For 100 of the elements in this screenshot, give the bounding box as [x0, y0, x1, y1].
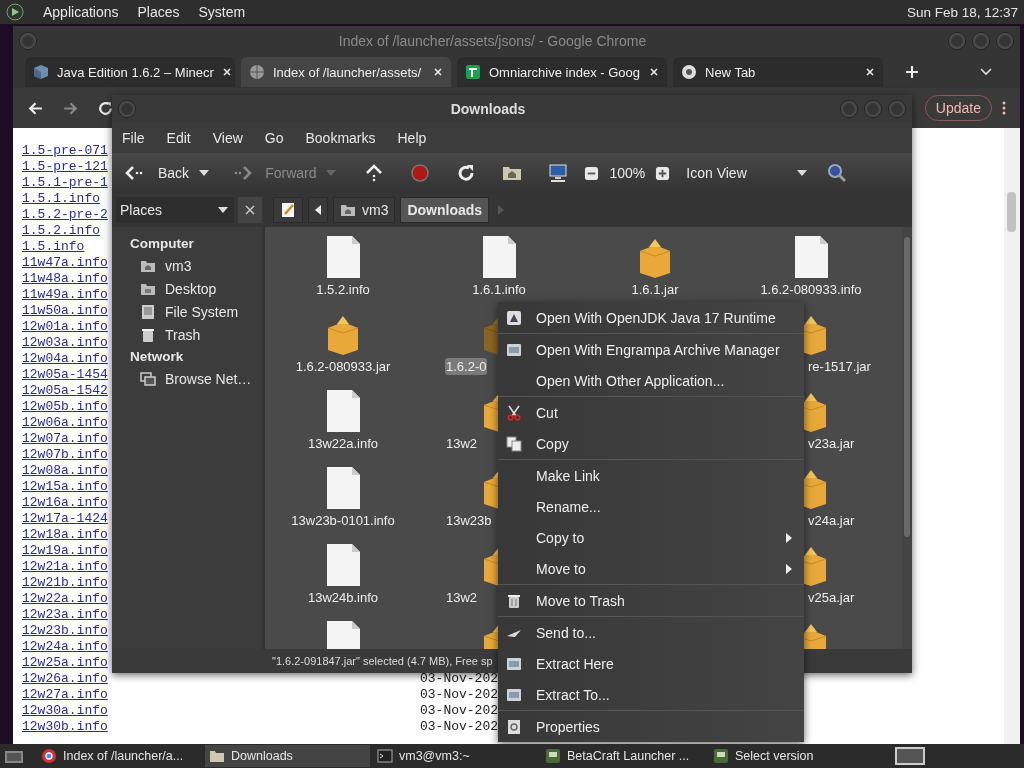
menu-icon[interactable]	[1002, 101, 1006, 115]
menu-item[interactable]: Rename...	[498, 491, 804, 522]
file-link[interactable]: 12w05b.info	[22, 399, 108, 414]
menu-item[interactable]: Move to	[498, 553, 804, 584]
file-link[interactable]: 12w27a.info	[22, 687, 108, 702]
browser-tab[interactable]: Omniarchive index - Goog	[457, 57, 667, 87]
file-link[interactable]: 12w24a.info	[22, 639, 108, 654]
browser-tab[interactable]: New Tab	[673, 57, 883, 87]
menu-item[interactable]: Open With Other Application...	[498, 365, 804, 396]
path-button[interactable]: vm3	[333, 197, 396, 223]
panel-menu[interactable]: System	[198, 4, 246, 20]
file-link[interactable]: 12w05a-1454	[22, 367, 108, 382]
document-icon[interactable]	[481, 235, 517, 279]
file-link[interactable]: 12w07a.info	[22, 431, 108, 446]
file-link[interactable]: 12w30a.info	[22, 703, 108, 718]
close-icon[interactable]	[221, 67, 232, 77]
file-link[interactable]: 12w21b.info	[22, 575, 108, 590]
workspace-switcher[interactable]	[895, 747, 925, 765]
places-dropdown[interactable]: Places	[116, 197, 234, 223]
reload-icon[interactable]	[97, 99, 114, 117]
file-link[interactable]: 11w48a.info	[22, 271, 108, 286]
close-icon[interactable]	[865, 67, 875, 77]
file-link[interactable]: 11w50a.info	[22, 303, 108, 318]
scrollbar-thumb[interactable]	[1007, 192, 1016, 232]
zoom-out-icon[interactable]	[584, 165, 600, 181]
file-link[interactable]: 1.5-pre-071	[22, 143, 108, 158]
menu-item[interactable]: Go	[264, 130, 284, 146]
sidebar-item[interactable]: Browse Net…	[112, 367, 262, 390]
file-link[interactable]: 12w23a.info	[22, 607, 108, 622]
left-arrow-button[interactable]	[308, 197, 328, 223]
file-link[interactable]: 11w49a.info	[22, 287, 108, 302]
taskbar-button[interactable]: Downloads	[205, 745, 370, 767]
close-icon[interactable]	[433, 67, 443, 77]
plus-icon[interactable]	[905, 65, 919, 79]
menu-item[interactable]: Send to...	[498, 617, 804, 648]
file-link[interactable]: 1.5.2.info	[22, 223, 100, 238]
menu-item[interactable]: Make Link	[498, 460, 804, 491]
document-icon[interactable]	[325, 466, 361, 510]
file-link[interactable]: 1.5-pre-121	[22, 159, 108, 174]
stop-icon[interactable]	[410, 163, 431, 183]
file-link[interactable]: 1.5.info	[22, 239, 85, 254]
file-link[interactable]: 12w01a.info	[22, 319, 108, 334]
file-link[interactable]: 1.5.1.info	[22, 191, 100, 206]
file-link[interactable]: 12w22a.info	[22, 591, 108, 606]
chevron-icon[interactable]	[980, 68, 992, 76]
sidebar-item[interactable]: File System	[112, 300, 262, 323]
file-link[interactable]: 1.5.2-pre-2	[22, 207, 108, 222]
scrollbar-thumb[interactable]	[904, 237, 910, 537]
file-link[interactable]: 1.5.1-pre-1	[22, 175, 108, 190]
file-link[interactable]: 12w16a.info	[22, 495, 108, 510]
menu-item[interactable]: Open With OpenJDK Java 17 Runtime	[498, 302, 804, 333]
file-link[interactable]: 12w03a.info	[22, 335, 108, 350]
caret-icon[interactable]	[199, 170, 210, 176]
show-desktop-icon[interactable]	[4, 748, 24, 764]
menu-item[interactable]: Cut	[498, 397, 804, 428]
sidebar-item[interactable]: vm3	[112, 254, 262, 277]
search-icon[interactable]	[826, 163, 847, 183]
file-link[interactable]: 12w19a.info	[22, 543, 108, 558]
file-link[interactable]: 12w26a.info	[22, 671, 108, 686]
menu-item[interactable]: Open With Engrampa Archive Manager	[498, 334, 804, 365]
file-link[interactable]: 12w15a.info	[22, 479, 108, 494]
menu-item[interactable]: Edit	[166, 130, 191, 146]
panel-menu[interactable]: Applications	[43, 4, 119, 20]
menu-item[interactable]: File	[122, 130, 145, 146]
zoom-in-icon[interactable]	[655, 165, 671, 181]
menu-item[interactable]: Properties	[498, 711, 804, 742]
panel-menu[interactable]: Places	[137, 4, 180, 20]
menu-item[interactable]: Extract Here	[498, 648, 804, 679]
edit-location-button[interactable]	[273, 197, 303, 223]
file-link[interactable]: 12w21a.info	[22, 559, 108, 574]
menu-item[interactable]: Help	[397, 130, 427, 146]
document-icon[interactable]	[793, 235, 829, 279]
back-button[interactable]: Back	[120, 165, 194, 181]
file-link[interactable]: 12w23b.info	[22, 623, 108, 638]
computer-icon[interactable]	[548, 163, 569, 183]
file-link[interactable]: 12w05a-1542	[22, 383, 108, 398]
taskbar-button[interactable]: Select version	[709, 745, 874, 767]
file-link[interactable]: 12w04a.info	[22, 351, 108, 366]
close-button[interactable]	[238, 197, 262, 223]
close-icon[interactable]	[649, 67, 659, 77]
menu-item[interactable]: Copy	[498, 428, 804, 459]
menu-item[interactable]: Copy to	[498, 522, 804, 553]
file-link[interactable]: 12w30b.info	[22, 719, 108, 734]
menu-item[interactable]: View	[212, 130, 243, 146]
file-link[interactable]: 12w25a.info	[22, 655, 108, 670]
view-dropdown[interactable]: Icon View	[682, 165, 811, 181]
browser-tab[interactable]: Java Edition 1.6.2 – Minecr	[25, 57, 235, 87]
file-link[interactable]: 12w18a.info	[22, 527, 108, 542]
document-icon[interactable]	[325, 389, 361, 433]
document-icon[interactable]	[325, 235, 361, 279]
file-link[interactable]: 12w17a-1424	[22, 511, 108, 526]
taskbar-button[interactable]: BetaCraft Launcher ...	[541, 745, 706, 767]
menu-item[interactable]: Extract To...	[498, 679, 804, 710]
file-link[interactable]: 12w08a.info	[22, 463, 108, 478]
file-link[interactable]: 12w06a.info	[22, 415, 108, 430]
document-icon[interactable]	[325, 543, 361, 587]
taskbar-button[interactable]: vm3@vm3:~	[373, 745, 538, 767]
sidebar-item[interactable]: Desktop	[112, 277, 262, 300]
taskbar-button[interactable]: Index of /launcher/a...	[37, 745, 202, 767]
file-link[interactable]: 11w47a.info	[22, 255, 108, 270]
